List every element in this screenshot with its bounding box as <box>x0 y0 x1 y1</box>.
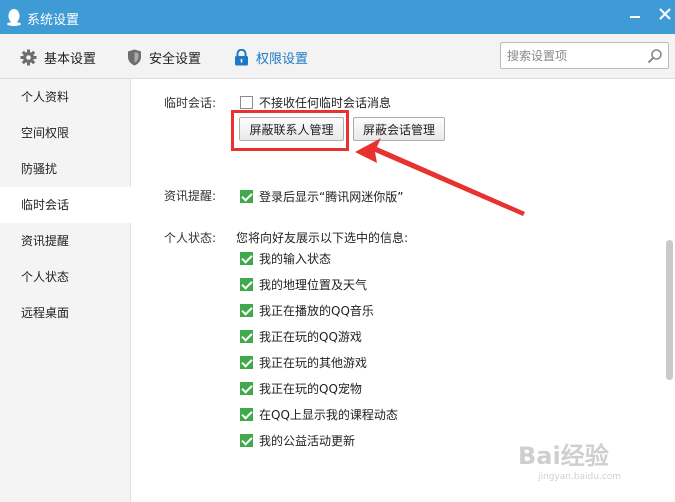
status-option-location-weather[interactable]: 我的地理位置及天气 <box>240 276 367 292</box>
status-option-checkbox[interactable] <box>240 251 253 265</box>
status-option-other-game[interactable]: 我正在玩的其他游戏 <box>240 354 367 370</box>
reject-temp-session-option[interactable]: 不接收任何临时会话消息 <box>240 94 391 110</box>
status-option-label: 我的地理位置及天气 <box>259 277 368 292</box>
news-alert-option[interactable]: 登录后显示“腾讯网迷你版” <box>240 188 403 204</box>
status-option-label: 在QQ上显示我的课程动态 <box>259 407 398 422</box>
sidebar-item-remote-desktop[interactable]: 远程桌面 <box>0 295 131 331</box>
status-option-checkbox[interactable] <box>240 277 253 291</box>
sidebar-item-personal-status[interactable]: 个人状态 <box>0 259 131 295</box>
watermark-sub-text: jingyan.baidu.com <box>537 472 621 482</box>
search-icon[interactable] <box>647 48 663 64</box>
sidebar-item-profile[interactable]: 个人资料 <box>0 79 131 115</box>
lock-icon <box>235 48 248 65</box>
news-alert-label: 资讯提醒: <box>164 189 217 203</box>
news-alert-checkbox[interactable] <box>240 189 253 203</box>
minimize-button[interactable] <box>624 6 646 26</box>
status-option-typing[interactable]: 我的输入状态 <box>240 250 331 266</box>
status-option-qq-pet[interactable]: 我正在玩的QQ宠物 <box>240 380 362 396</box>
baidu-jingyan-watermark: Bai经验 jingyan.baidu.com <box>518 442 621 482</box>
status-option-course-activity[interactable]: 在QQ上显示我的课程动态 <box>240 406 398 422</box>
reject-temp-session-label: 不接收任何临时会话消息 <box>259 95 392 110</box>
status-option-label: 我正在播放的QQ音乐 <box>259 303 374 318</box>
status-option-qq-game[interactable]: 我正在玩的QQ游戏 <box>240 328 362 344</box>
sidebar: 个人资料 空间权限 防骚扰 临时会话 资讯提醒 个人状态 远程桌面 <box>0 79 132 502</box>
sidebar-item-space-permission[interactable]: 空间权限 <box>0 115 131 151</box>
window-title: 系统设置 <box>27 13 80 28</box>
status-option-checkbox[interactable] <box>240 303 253 317</box>
qq-penguin-icon <box>7 9 21 26</box>
status-option-checkbox[interactable] <box>240 433 253 447</box>
status-option-charity[interactable]: 我的公益活动更新 <box>240 432 355 448</box>
personal-status-description: 您将向好友展示以下选中的信息: <box>236 231 409 245</box>
personal-status-label: 个人状态: <box>164 231 217 245</box>
shield-icon <box>128 49 141 65</box>
tab-permission-settings[interactable]: 权限设置 <box>234 46 308 68</box>
minimize-icon <box>630 16 640 18</box>
annotation-highlight-box <box>231 110 349 151</box>
status-option-label: 我正在玩的QQ游戏 <box>259 329 362 344</box>
title-bar: 系统设置 <box>0 0 675 34</box>
tab-security-settings[interactable]: 安全设置 <box>127 46 201 68</box>
close-button[interactable] <box>654 6 675 26</box>
sidebar-item-temp-session[interactable]: 临时会话 <box>0 187 132 223</box>
close-icon <box>659 8 671 20</box>
status-option-checkbox[interactable] <box>240 407 253 421</box>
tab-permission-settings-label: 权限设置 <box>256 51 309 67</box>
sidebar-item-news-alert[interactable]: 资讯提醒 <box>0 223 131 259</box>
news-alert-option-label: 登录后显示“腾讯网迷你版” <box>259 189 404 204</box>
temp-session-label: 临时会话: <box>164 96 217 110</box>
vertical-scrollbar-thumb[interactable] <box>666 240 673 380</box>
annotation-arrow-icon <box>355 138 525 216</box>
status-option-label: 我正在玩的QQ宠物 <box>259 381 362 396</box>
status-option-label: 我的输入状态 <box>259 251 332 266</box>
tab-basic-settings[interactable]: 基本设置 <box>20 46 96 68</box>
status-option-label: 我正在玩的其他游戏 <box>259 355 368 370</box>
status-option-checkbox[interactable] <box>240 381 253 395</box>
sidebar-item-anti-harassment[interactable]: 防骚扰 <box>0 151 131 187</box>
status-option-label: 我的公益活动更新 <box>259 433 356 448</box>
watermark-logo-text: Bai经验 <box>518 442 609 470</box>
reject-temp-session-checkbox[interactable] <box>240 95 253 109</box>
status-option-checkbox[interactable] <box>240 329 253 343</box>
tab-basic-settings-label: 基本设置 <box>44 51 97 67</box>
search-input[interactable] <box>507 47 637 65</box>
status-option-qq-music[interactable]: 我正在播放的QQ音乐 <box>240 302 374 318</box>
tab-security-settings-label: 安全设置 <box>149 51 202 67</box>
gear-icon <box>20 49 37 65</box>
status-option-checkbox[interactable] <box>240 355 253 369</box>
search-box[interactable] <box>500 42 669 69</box>
top-toolbar: 基本设置 安全设置 权限设置 <box>0 34 675 79</box>
